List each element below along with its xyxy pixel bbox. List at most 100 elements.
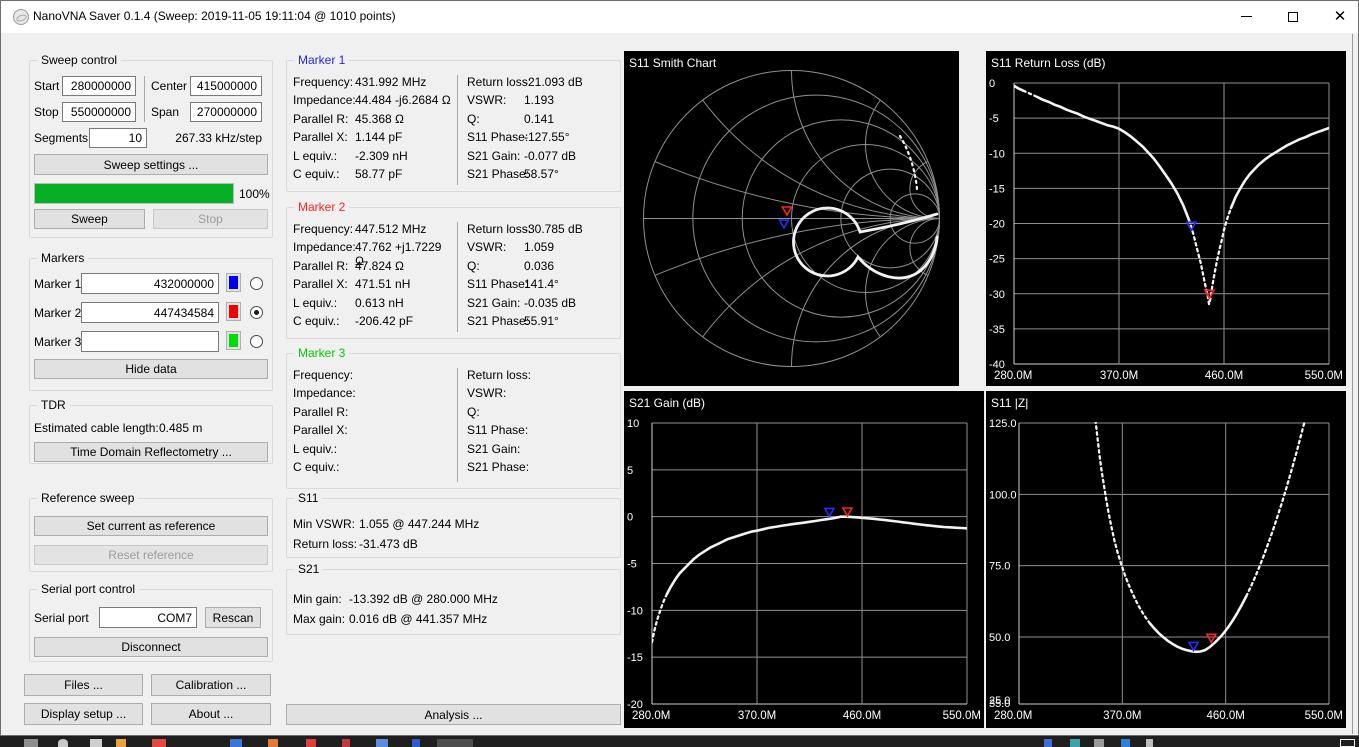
panel-column-divider [457, 222, 458, 332]
center-label: Center [151, 79, 188, 93]
serial-port-input[interactable] [99, 607, 197, 628]
sweep-button[interactable]: Sweep [34, 209, 145, 229]
field-label: Parallel X: [293, 277, 348, 292]
y-tick-label: -10 [627, 605, 643, 617]
field-value: 47.824 Ω [355, 258, 405, 273]
task-view-icon[interactable] [90, 739, 102, 747]
sweep-divider [144, 76, 145, 122]
s21-gain-chart[interactable]: 10 5 0 -5 -10 -15 -20 280.0M 370.0M 460.0M 550.0M S… [624, 391, 984, 728]
field-value: -2.309 nH [355, 148, 408, 163]
reset-reference-button[interactable]: Reset reference [34, 545, 268, 565]
start-input[interactable] [62, 76, 136, 96]
segments-input[interactable] [89, 128, 147, 148]
app-icon-1[interactable] [116, 739, 126, 747]
marker-2-color-chip [229, 305, 238, 318]
x-tick-label: 460.0M [1205, 370, 1243, 382]
marker-3-color-button[interactable] [226, 331, 241, 350]
sweep-trace [652, 592, 669, 644]
span-input[interactable] [190, 102, 262, 122]
x-tick-label: 280.0M [632, 710, 670, 722]
tray-icon-5[interactable] [1146, 739, 1153, 747]
show-desktop-button[interactable] [1340, 739, 1355, 747]
app-icon-4[interactable] [268, 739, 278, 747]
windows-start-icon[interactable] [24, 739, 38, 747]
search-icon[interactable] [58, 739, 68, 747]
x-tick-label: 550.0M [943, 710, 981, 722]
app-icon-8[interactable] [412, 739, 420, 747]
marker-1-active-radio[interactable] [250, 277, 263, 290]
tray-icon-2[interactable] [1070, 739, 1080, 747]
field-value: 58.57° [524, 167, 559, 181]
smith-chart[interactable]: S11 Smith Chart [624, 51, 959, 386]
set-reference-button[interactable]: Set current as reference [34, 516, 268, 536]
marker-2-label: Marker 2 [34, 306, 82, 320]
field-label: VSWR: [467, 240, 507, 255]
stop-button[interactable]: Stop [153, 209, 268, 229]
field-label: Parallel X: [293, 130, 348, 145]
field-value: -30.785 dB [524, 222, 583, 236]
field-label: VSWR: [467, 93, 507, 108]
maximize-button[interactable] [1270, 1, 1316, 32]
marker-3-active-radio[interactable] [250, 335, 263, 348]
marker-2-color-button[interactable] [226, 302, 241, 321]
y-tick-label: 0 [627, 512, 633, 524]
x-tick-label: 460.0M [1206, 710, 1244, 722]
app-icon-6[interactable] [342, 739, 350, 747]
display-setup-button[interactable]: Display setup ... [24, 703, 143, 725]
field-label: S21 Gain: [467, 441, 521, 456]
field-label: S11 Phase: [467, 277, 529, 292]
rescan-button[interactable]: Rescan [205, 607, 261, 628]
field-label: Q: [467, 111, 480, 126]
marker-2-active-radio[interactable] [250, 306, 263, 319]
marker-2-frequency-input[interactable] [81, 302, 219, 323]
progress-fill [35, 184, 233, 203]
app-icon-2[interactable] [152, 739, 166, 747]
tray-icon-3[interactable] [1094, 739, 1104, 747]
calibration-button[interactable]: Calibration ... [151, 674, 271, 696]
app-icon-3[interactable] [230, 739, 242, 747]
start-label: Start [34, 79, 60, 93]
chart-marker-icon [823, 507, 836, 519]
app-icon-5[interactable] [306, 739, 316, 747]
field-value: 58.77 pF [355, 167, 403, 181]
tray-icon-4[interactable] [1121, 739, 1130, 747]
s11-return-loss-value: -31.473 dB [359, 537, 418, 551]
marker-1-color-button[interactable] [226, 273, 241, 292]
panel-column-divider [457, 75, 458, 185]
s11-summary-title: S11 [294, 491, 323, 505]
center-input[interactable] [190, 76, 262, 96]
about-button[interactable]: About ... [151, 703, 271, 725]
field-label: S21 Phase: [467, 167, 530, 181]
sweep-trace [665, 515, 967, 595]
analysis-button[interactable]: Analysis ... [286, 704, 621, 725]
marker-1-panel-title: Marker 1 [294, 53, 350, 67]
titlebar[interactable]: NanoVNA Saver 0.1.4 (Sweep: 2019-11-05 1… [1, 1, 1358, 33]
x-tick-label: 460.0M [843, 710, 881, 722]
s11-z-chart[interactable]: 125.0 100.0 75.0 50.0 35.0 25.0 280.0M 370.0M 46… [986, 391, 1346, 728]
close-button[interactable]: ✕ [1317, 1, 1359, 32]
tdr-button[interactable]: Time Domain Reflectometry ... [34, 442, 268, 462]
field-label: C equiv.: [293, 314, 340, 328]
taskbar[interactable] [0, 737, 1359, 747]
tray-icon-1[interactable] [1044, 739, 1052, 747]
marker-3-frequency-input[interactable] [81, 331, 219, 352]
field-label: Return loss: [467, 222, 532, 236]
y-tick-label: -35 [989, 324, 1005, 336]
marker-1-frequency-input[interactable] [81, 273, 219, 294]
app-icon-7[interactable] [376, 739, 388, 747]
active-app-button[interactable] [437, 739, 473, 747]
hide-data-button[interactable]: Hide data [34, 359, 268, 379]
close-icon: ✕ [1333, 7, 1347, 25]
files-button[interactable]: Files ... [24, 674, 143, 696]
sweep-trace [1036, 95, 1191, 222]
sweep-settings-button[interactable]: Sweep settings ... [34, 154, 268, 175]
return-loss-chart[interactable]: 0 -5 -10 -15 -20 -25 -30 -35 -40 280.0M 370.0M 460.… [986, 51, 1346, 386]
field-value: 1.144 pF [355, 130, 403, 145]
stop-input[interactable] [62, 102, 136, 122]
disconnect-button[interactable]: Disconnect [34, 637, 268, 657]
chart-marker-icon [781, 206, 793, 217]
field-value: 431.992 MHz [355, 75, 427, 89]
cable-length-value: 0.485 m [159, 421, 203, 435]
tdr-title: TDR [37, 398, 70, 412]
minimize-button[interactable] [1223, 1, 1269, 32]
